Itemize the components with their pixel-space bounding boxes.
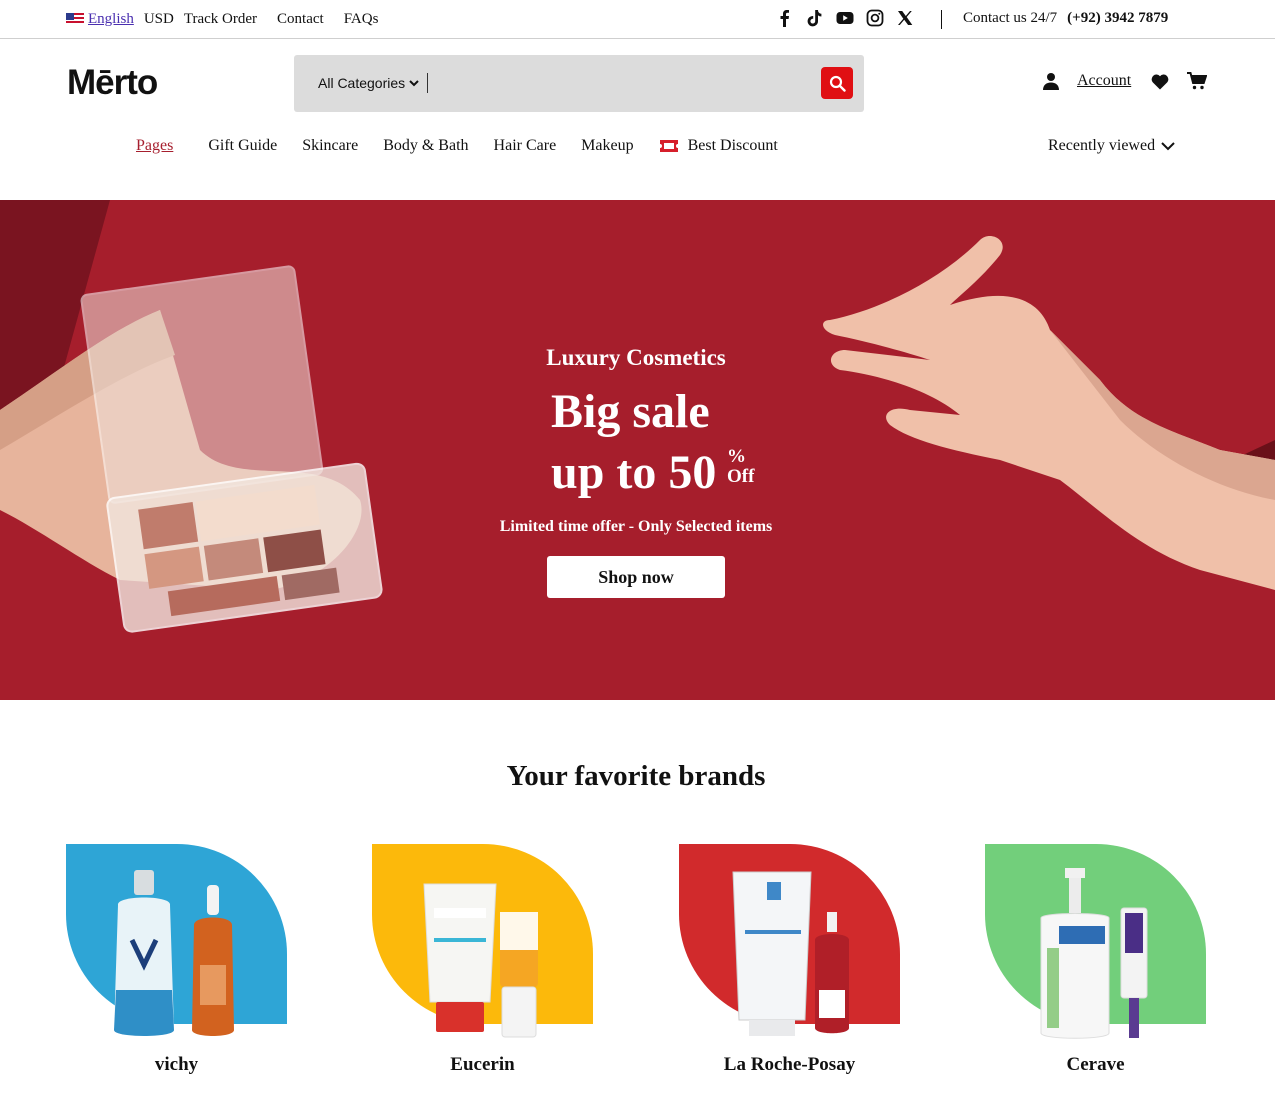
brand-card-la-roche-posay[interactable]: La Roche-Posay bbox=[679, 844, 900, 1075]
product-image bbox=[1040, 868, 1148, 1039]
shop-now-button[interactable]: Shop now bbox=[547, 556, 725, 598]
flag-us-icon bbox=[66, 13, 84, 25]
nav-item-hair-care[interactable]: Hair Care bbox=[494, 137, 557, 155]
top-bar-left: English USD Track Order Contact FAQs bbox=[66, 0, 398, 38]
product-image bbox=[732, 871, 849, 1036]
x-icon[interactable] bbox=[896, 9, 914, 27]
top-bar-divider bbox=[941, 10, 942, 29]
hero-note: Limited time offer - Only Selected items bbox=[499, 518, 773, 535]
nav-item-body-bath[interactable]: Body & Bath bbox=[383, 137, 468, 155]
brand-card-eucerin[interactable]: Eucerin bbox=[372, 844, 593, 1075]
brand-tile bbox=[679, 844, 900, 1036]
hero-percent-sign: % bbox=[727, 446, 746, 467]
brand-name: vichy bbox=[154, 1054, 199, 1075]
tiktok-icon[interactable] bbox=[806, 9, 824, 27]
track-order-link[interactable]: Track Order bbox=[184, 11, 257, 28]
brand-card-cerave[interactable]: Cerave bbox=[985, 844, 1206, 1075]
faqs-link[interactable]: FAQs bbox=[344, 11, 379, 28]
recently-viewed-dropdown[interactable]: Recently viewed bbox=[1048, 137, 1175, 155]
hero-headline-discount: up to 50 bbox=[551, 446, 717, 499]
site-logo[interactable]: Mērto bbox=[67, 63, 158, 103]
search-button[interactable] bbox=[821, 67, 853, 99]
recently-viewed-label: Recently viewed bbox=[1048, 137, 1156, 154]
search-divider bbox=[427, 73, 428, 93]
language-selector[interactable]: English bbox=[88, 11, 134, 28]
category-label: All Categories bbox=[318, 75, 406, 91]
nav-item-makeup[interactable]: Makeup bbox=[581, 137, 633, 155]
currency-selector[interactable]: USD bbox=[144, 11, 174, 28]
user-icon[interactable] bbox=[1043, 72, 1059, 90]
heart-icon[interactable] bbox=[1151, 73, 1169, 90]
brand-card-vichy[interactable]: vichy bbox=[66, 844, 287, 1075]
brand-tile bbox=[66, 844, 287, 1036]
nav-item-pages[interactable]: Pages bbox=[136, 137, 173, 155]
top-bar: English USD Track Order Contact FAQs Con… bbox=[0, 0, 1275, 39]
hero-subtitle: Luxury Cosmetics bbox=[546, 345, 726, 370]
phone-number[interactable]: (+92) 3942 7879 bbox=[1067, 10, 1168, 26]
brand-name: La Roche-Posay bbox=[723, 1054, 856, 1075]
brand-tile bbox=[985, 844, 1206, 1039]
chevron-down-icon bbox=[1161, 142, 1175, 151]
search-icon bbox=[829, 75, 846, 92]
search-input[interactable] bbox=[434, 69, 804, 99]
product-image bbox=[114, 870, 234, 1036]
category-dropdown[interactable]: All Categories bbox=[318, 75, 419, 91]
cart-icon[interactable] bbox=[1187, 72, 1208, 90]
brands-section-title: Your favorite brands bbox=[506, 760, 766, 792]
nav-item-skincare[interactable]: Skincare bbox=[302, 137, 358, 155]
social-links bbox=[776, 9, 914, 27]
nav-item-best-discount[interactable]: Best Discount bbox=[688, 137, 778, 155]
brand-tile bbox=[372, 844, 593, 1038]
brand-name: Eucerin bbox=[450, 1054, 515, 1075]
account-link[interactable]: Account bbox=[1077, 72, 1131, 90]
contact-label: Contact us 24/7 bbox=[963, 10, 1058, 26]
account-area: Account bbox=[1043, 72, 1208, 90]
facebook-icon[interactable] bbox=[776, 9, 794, 27]
hero-text: Luxury Cosmetics Big sale up to 50 % Off … bbox=[0, 200, 1275, 700]
instagram-icon[interactable] bbox=[866, 9, 884, 27]
ticket-icon bbox=[659, 140, 678, 152]
hero-headline: Big sale bbox=[551, 385, 710, 438]
contact-info: Contact us 24/7 (+92) 3942 7879 bbox=[963, 10, 1168, 27]
nav-item-gift-guide[interactable]: Gift Guide bbox=[208, 137, 277, 155]
hero-banner: Luxury Cosmetics Big sale up to 50 % Off … bbox=[0, 200, 1275, 700]
brand-name: Cerave bbox=[1066, 1054, 1125, 1075]
hero-off: Off bbox=[727, 466, 755, 487]
search-bar: All Categories bbox=[294, 55, 864, 112]
product-image bbox=[423, 883, 538, 1038]
youtube-icon[interactable] bbox=[836, 9, 854, 27]
chevron-down-icon bbox=[409, 80, 419, 87]
hero-percent: % Off bbox=[727, 447, 754, 487]
main-nav: Pages Gift Guide Skincare Body & Bath Ha… bbox=[136, 137, 803, 155]
contact-link[interactable]: Contact bbox=[277, 11, 324, 28]
